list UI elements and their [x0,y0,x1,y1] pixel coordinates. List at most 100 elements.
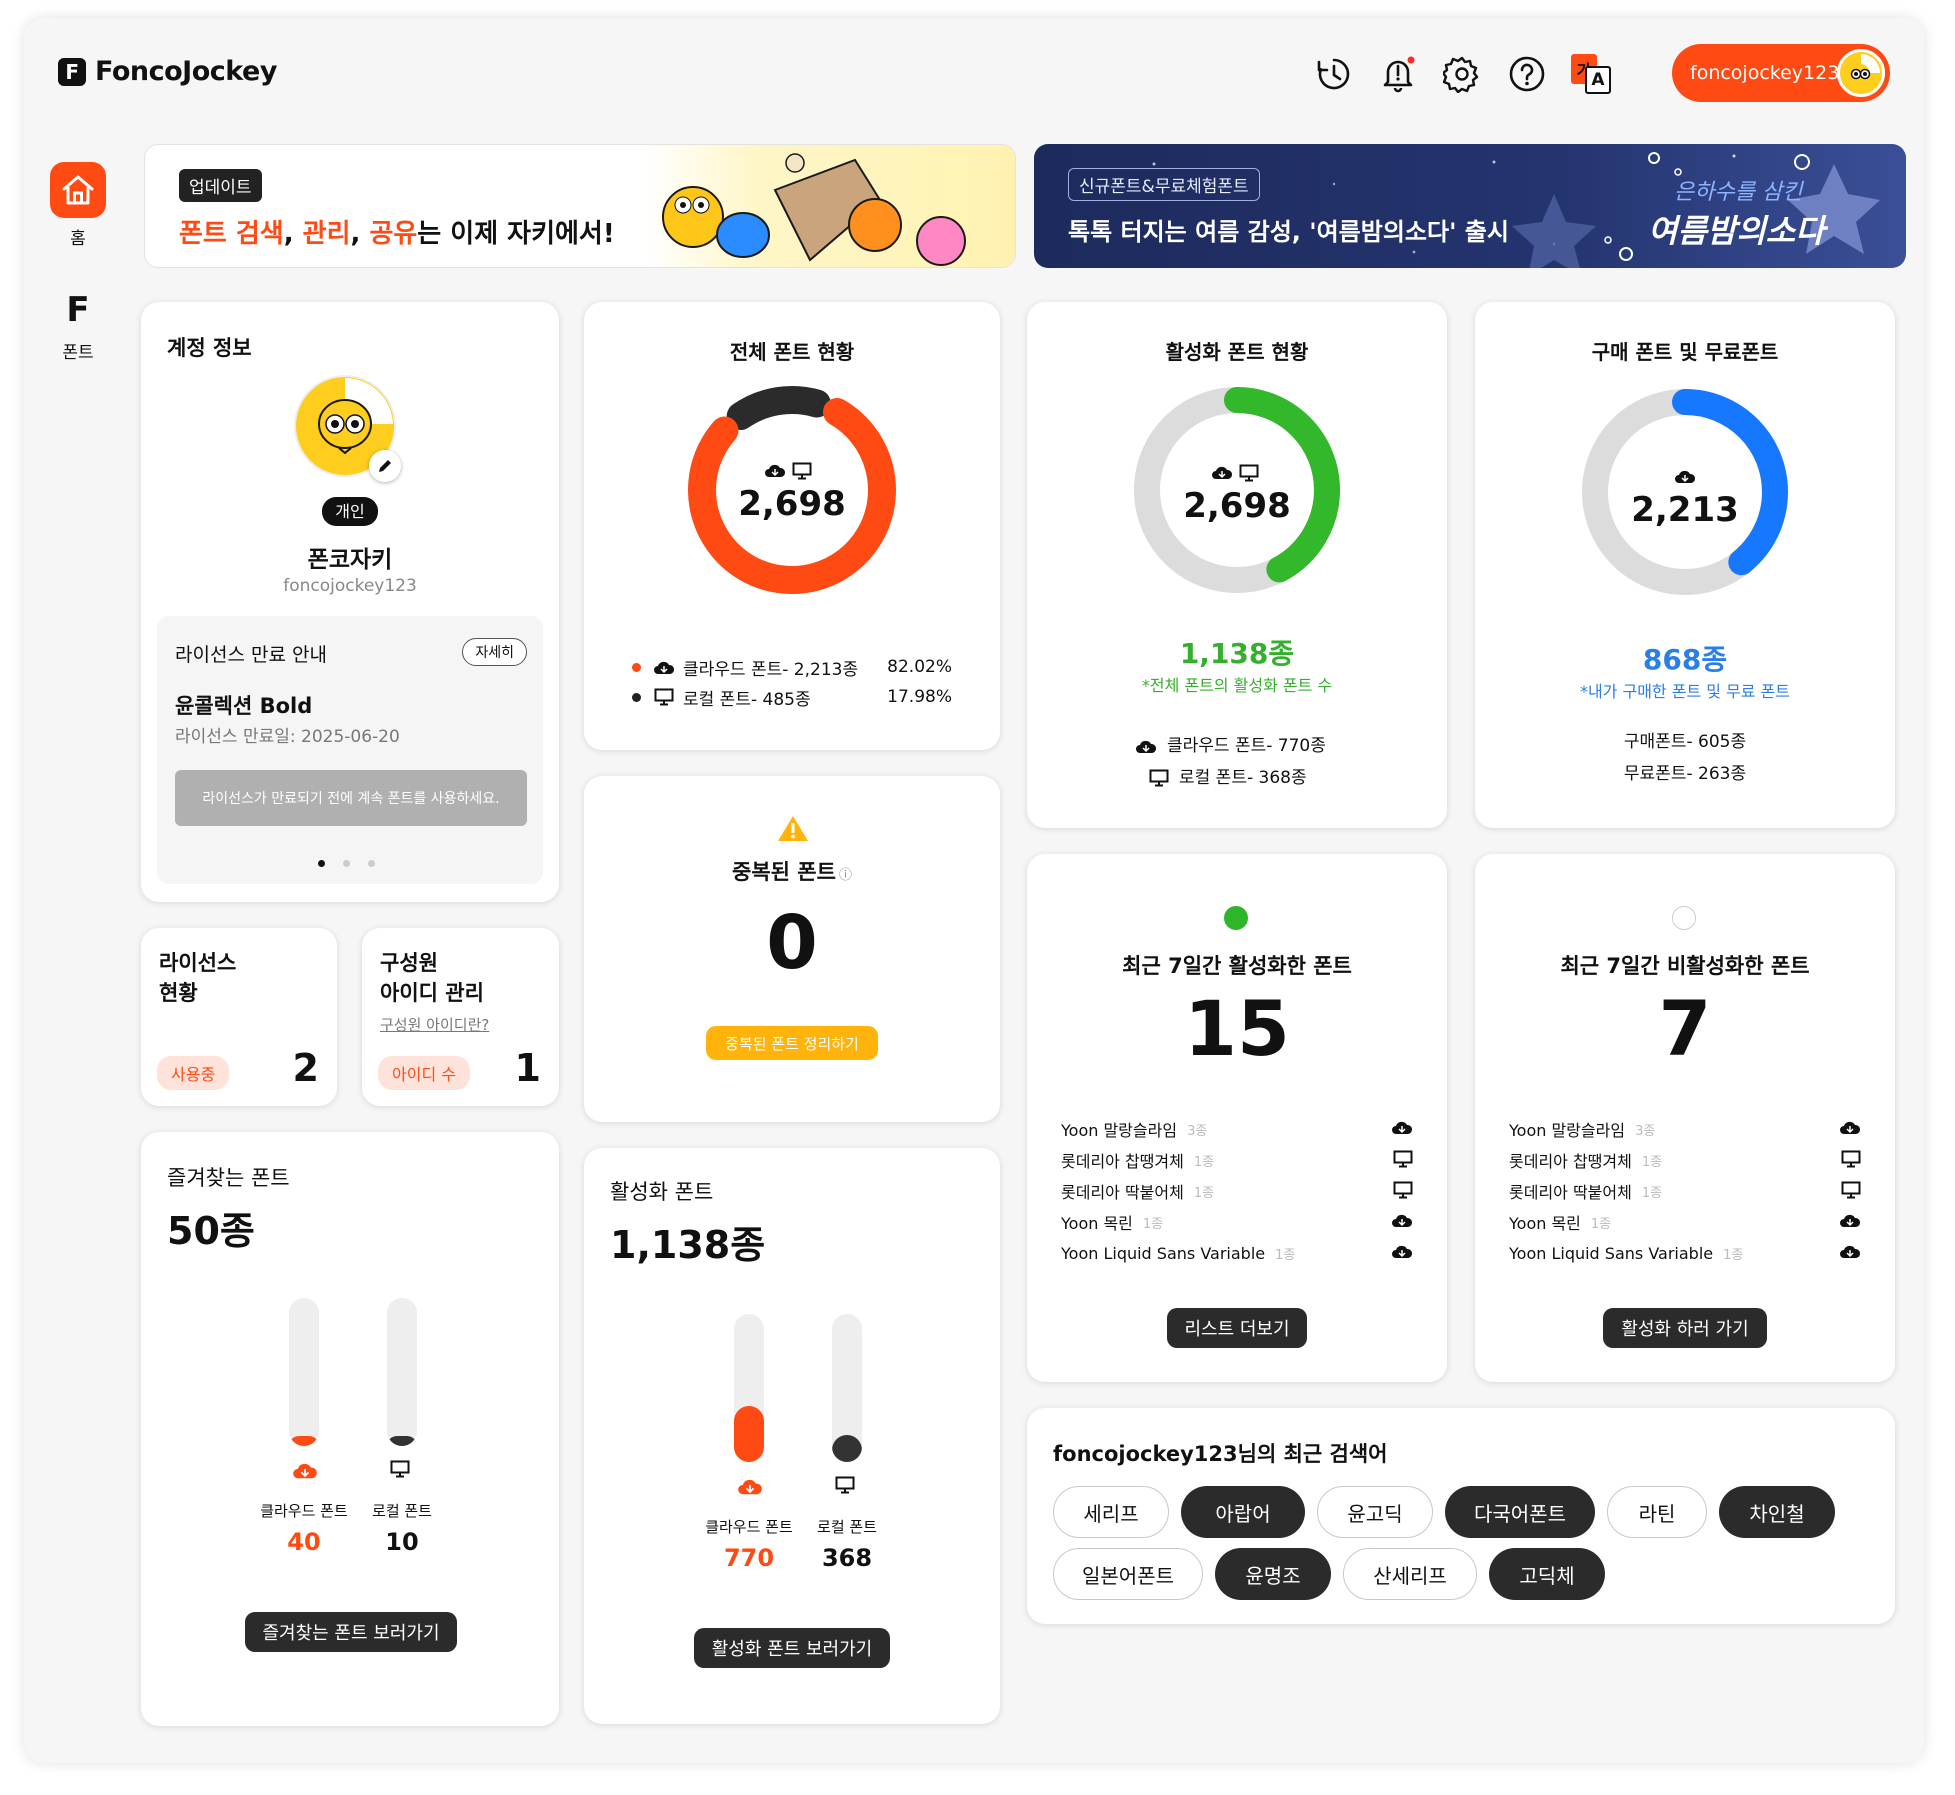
search-chip[interactable]: 일본어폰트 [1053,1548,1203,1600]
monitor-icon [1841,1150,1861,1168]
update-banner-text: 폰트 검색, 관리, 공유는 이제 자키에서! [179,219,615,249]
help-icon[interactable] [1505,52,1549,96]
avatar [1837,49,1885,97]
member-help-link[interactable]: 구성원 아이디란? [380,1014,489,1035]
search-chip[interactable]: 다국어폰트 [1445,1486,1595,1538]
cloud-icon [1391,1119,1413,1135]
cloud-icon [1839,1243,1861,1259]
app-logo[interactable]: F FoncoJockey [58,56,277,87]
home-icon [50,162,106,218]
bar-track [734,1314,764,1462]
duplicate-title: 중복된 폰트 ⓘ [732,860,852,884]
font-count: 3종 [1635,1123,1656,1139]
duplicate-fonts-card: 중복된 폰트 ⓘ 0 중복된 폰트 정리하기 [584,776,1000,1122]
promo-tag: 신규폰트&무료체험폰트 [1068,168,1260,201]
legend-local-label: 로컬 폰트- 485종 [683,689,811,710]
info-icon[interactable]: ⓘ [839,868,852,883]
active-go-button[interactable]: 활성화 폰트 보러가기 [694,1628,890,1668]
list-item[interactable]: 롯데리아 딱붙어체 1종 [1509,1178,1861,1204]
list-item[interactable]: 롯데리아 딱붙어체 1종 [1061,1178,1413,1204]
font-count: 1종 [1641,1154,1663,1170]
bar-fill [289,1435,319,1446]
search-chip[interactable]: 고딕체 [1489,1548,1605,1600]
member-id-card[interactable]: 구성원 아이디 관리 구성원 아이디란? 아이디 수 1 [362,928,559,1106]
font-count: 1종 [1193,1154,1215,1170]
font-name: Yoon Liquid Sans Variable [1061,1243,1266,1263]
sidebar-item-home[interactable]: 홈 [38,162,118,249]
account-type-badge: 개인 [322,497,378,526]
bell-icon[interactable] [1376,52,1420,96]
list-item[interactable]: Yoon 말랑슬라임 3종 [1061,1116,1413,1142]
list-item[interactable]: Yoon 말랑슬라임 3종 [1509,1116,1861,1142]
font-name: Yoon 말랑슬라임 [1061,1121,1178,1140]
search-chip[interactable]: 윤명조 [1215,1548,1331,1600]
license-action-button[interactable]: 라이선스가 만료되기 전에 계속 폰트를 사용하세요. [175,770,527,826]
search-chip[interactable]: 라틴 [1607,1486,1707,1538]
font-count: 1종 [1641,1185,1663,1201]
list-item[interactable]: 롯데리아 찹땡겨체 1종 [1509,1147,1861,1173]
translate-icon[interactable]: 가 A [1569,52,1613,96]
search-chip[interactable]: 산세리프 [1343,1548,1477,1600]
font-count: 1종 [1142,1216,1164,1232]
font-count: 1종 [1723,1247,1744,1263]
list-item[interactable]: 롯데리아 찹땡겨체 1종 [1061,1147,1413,1173]
bar-label: 로컬 폰트 [372,1502,432,1520]
search-chip[interactable]: 아랍어 [1181,1486,1305,1538]
recent-inactive-value: 7 [1658,984,1712,1073]
list-item[interactable]: Yoon Liquid Sans Variable 1종 [1509,1240,1861,1266]
app-window: F FoncoJockey 가 A foncojockey123 홈 F 폰트 … [24,18,1924,1763]
account-card: 계정 정보 개인 폰코자키 foncojockey123 라이선스 만료 안내 … [141,302,559,902]
recent-active-more-button[interactable]: 리스트 더보기 [1167,1308,1307,1348]
bar-track [387,1298,417,1446]
search-chip[interactable]: 윤고딕 [1317,1486,1433,1538]
legend-dot [632,692,641,702]
monitor-icon [1841,1181,1861,1199]
search-chip[interactable]: 차인철 [1719,1486,1835,1538]
recent-inactive-card: 최근 7일간 비활성화한 폰트 7 Yoon 말랑슬라임 3종 롯데리아 찹땡겨체 1… [1475,854,1895,1382]
monitor-icon [1393,1181,1413,1199]
license-detail-button[interactable]: 자세히 [462,638,527,666]
favorites-go-button[interactable]: 즐겨찾는 폰트 보러가기 [245,1612,457,1652]
update-banner[interactable]: 업데이트 폰트 검색, 관리, 공유는 이제 자키에서! [144,144,1016,268]
free-row: 무료폰트- 263종 [1623,764,1747,784]
history-icon[interactable] [1312,52,1356,96]
active-status-dot [1224,906,1248,930]
active-summary-title: 활성화 폰트 [610,1180,714,1204]
list-item[interactable]: Yoon 목린 1종 [1509,1209,1861,1235]
legend-cloud-pct: 82.02% [887,657,952,677]
gear-icon[interactable] [1440,52,1484,96]
font-name: 롯데리아 딱붙어체 [1061,1183,1184,1202]
user-id-label: foncojockey123 [1690,62,1840,84]
sidebar-item-font[interactable]: F 폰트 [38,290,118,363]
member-badge: 아이디 수 [378,1056,470,1090]
promo-banner[interactable]: 신규폰트&무료체험폰트 톡톡 터지는 여름 감성, '여름밤의소다' 출시 은하… [1034,144,1906,268]
cloud-icon [1391,1212,1413,1228]
edit-profile-icon[interactable] [369,450,401,482]
search-chip[interactable]: 세리프 [1053,1486,1169,1538]
duplicate-clean-button[interactable]: 중복된 폰트 정리하기 [706,1026,878,1060]
legend-cloud-label: 클라우드 폰트- 2,213종 [683,659,859,680]
list-item[interactable]: Yoon 목린 1종 [1061,1209,1413,1235]
purchased-fonts-note: *내가 구매한 폰트 및 무료 폰트 [1579,682,1791,701]
license-status-badge: 사용중 [157,1056,230,1090]
carousel-dots[interactable] [318,860,375,867]
user-menu-button[interactable]: foncojockey123 [1672,44,1890,102]
bar-track [832,1314,862,1462]
favorites-card: 즐겨찾는 폰트 50종 클라우드 폰트 40 로컬 폰트 10 즐겨찾는 폰트 보러가… [141,1132,559,1726]
recent-active-title: 최근 7일간 활성화한 폰트 [1122,954,1352,978]
active-summary-value: 1,138종 [610,1223,766,1267]
list-item[interactable]: Yoon Liquid Sans Variable 1종 [1061,1240,1413,1266]
active-cloud-row: 클라우드 폰트- 770종 [1167,736,1326,756]
license-status-card[interactable]: 라이선스 현황 사용중 2 [141,928,337,1106]
active-summary-card: 활성화 폰트 1,138종 클라우드 폰트 770 로컬 폰트 368 활성화 폰트 … [584,1148,1000,1724]
active-fonts-value: 2,698 [1183,486,1291,526]
cloud-icon [1675,470,1696,483]
go-activate-button[interactable]: 활성화 하러 가기 [1603,1308,1767,1348]
mascot-illustration [645,145,1015,267]
promo-banner-text: 톡톡 터지는 여름 감성, '여름밤의소다' 출시 [1068,218,1509,246]
member-title: 구성원 아이디 관리 [380,951,484,1005]
cloud-icon [737,1476,763,1496]
font-name: Yoon 말랑슬라임 [1509,1121,1626,1140]
profile-avatar[interactable] [293,374,403,484]
duplicate-value: 0 [766,900,818,986]
